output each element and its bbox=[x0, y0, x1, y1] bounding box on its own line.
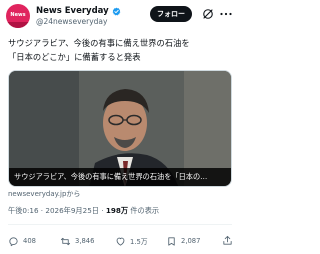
meta-separator: · bbox=[38, 206, 46, 215]
like-button[interactable]: 1.5万 bbox=[115, 234, 148, 248]
meta-separator: · bbox=[98, 206, 106, 215]
share-icon[interactable] bbox=[222, 235, 233, 246]
action-bar: 408 3,846 1.5万 2,087 bbox=[0, 234, 240, 248]
bookmark-count: 2,087 bbox=[181, 237, 201, 245]
avatar[interactable]: News bbox=[6, 4, 30, 28]
reply-icon bbox=[9, 236, 18, 246]
views-count: 198万 bbox=[105, 206, 129, 215]
reply-button[interactable]: 408 bbox=[8, 234, 36, 248]
more-icon[interactable] bbox=[220, 12, 232, 16]
tweet-time[interactable]: 午後0:16 bbox=[8, 206, 39, 216]
grok-icon[interactable] bbox=[202, 8, 214, 20]
tweet-text: サウジアラビア、今後の有事に備え世界の石油を 「日本のどこか」に備蓄すると発表 bbox=[8, 38, 190, 62]
like-icon bbox=[116, 237, 125, 246]
follow-button[interactable]: フォロー bbox=[150, 6, 192, 22]
repost-icon bbox=[60, 237, 71, 245]
media-caption: サウジアラビア、今後の有事に備え世界の石油を「日本の… bbox=[9, 168, 231, 186]
link-source[interactable]: newseveryday.jpから bbox=[8, 189, 80, 199]
like-count: 1.5万 bbox=[130, 238, 148, 246]
bookmark-button[interactable]: 2,087 bbox=[166, 234, 200, 248]
repost-button[interactable]: 3,846 bbox=[60, 234, 94, 248]
account-handle[interactable]: @24newseveryday bbox=[36, 17, 107, 27]
avatar-logo-text: News bbox=[10, 12, 26, 18]
tweet-meta: 午後0:16 · 2026年9月25日 · 198万 件の表示 bbox=[8, 206, 159, 216]
views-label-text: 件の表示 bbox=[130, 206, 160, 215]
name-row: News Everyday bbox=[36, 5, 121, 17]
bookmark-icon bbox=[168, 236, 175, 246]
tweet-media[interactable]: サウジアラビア、今後の有事に備え世界の石油を「日本の… bbox=[8, 70, 232, 187]
reply-count: 408 bbox=[23, 237, 36, 245]
verified-badge-icon bbox=[112, 7, 121, 15]
repost-count: 3,846 bbox=[75, 237, 95, 245]
tweet-date[interactable]: 2026年9月25日 bbox=[45, 206, 99, 216]
tweet-header: News News Everyday @24newseveryday フォロー bbox=[0, 0, 240, 32]
avatar-stripe bbox=[6, 22, 30, 28]
account-name[interactable]: News Everyday bbox=[36, 5, 109, 17]
divider bbox=[8, 224, 232, 225]
